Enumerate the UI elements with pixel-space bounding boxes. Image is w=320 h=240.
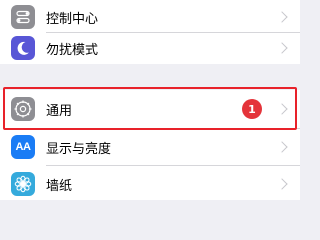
row-display-brightness[interactable]: AA 显示与亮度 <box>0 130 300 164</box>
row-label: 勿扰模式 <box>46 42 99 58</box>
row-control-center[interactable]: 控制中心 <box>0 0 300 34</box>
wallpaper-flower-icon <box>11 172 35 196</box>
highlight-box <box>3 87 297 130</box>
moon-icon <box>11 36 35 60</box>
row-wallpaper[interactable]: 墙纸 <box>0 167 300 201</box>
chevron-right-icon <box>276 178 288 190</box>
chevron-right-icon <box>276 141 288 153</box>
control-center-icon <box>11 5 35 29</box>
row-label: 控制中心 <box>46 11 99 27</box>
chevron-right-icon <box>276 11 288 23</box>
row-do-not-disturb[interactable]: 勿扰模式 <box>0 31 300 65</box>
display-icon: AA <box>11 135 35 159</box>
separator <box>46 165 300 166</box>
row-label: 显示与亮度 <box>46 141 112 157</box>
chevron-right-icon <box>276 42 288 54</box>
display-icon-text: AA <box>15 141 31 153</box>
settings-group-top: 控制中心 勿扰模式 <box>0 0 300 64</box>
row-label: 墙纸 <box>46 178 73 194</box>
